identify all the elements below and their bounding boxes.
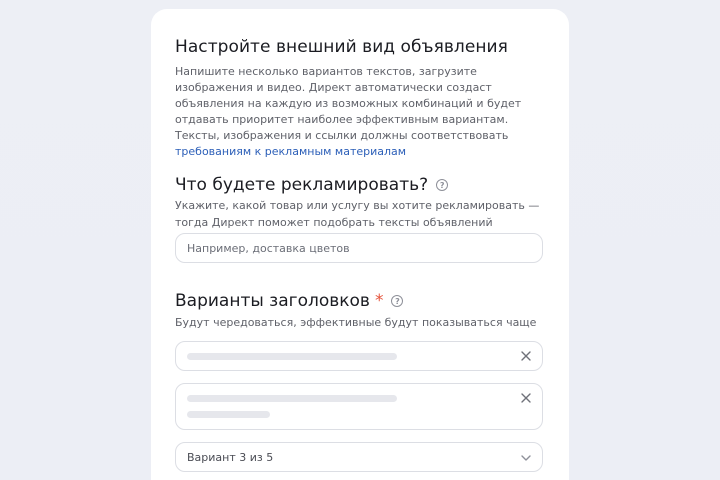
- help-icon[interactable]: ?: [391, 295, 404, 307]
- promote-heading: Что будете рекламировать?: [175, 175, 429, 195]
- promote-input[interactable]: Например, доставка цветов: [175, 233, 543, 263]
- ad-settings-card: Настройте внешний вид объявления Напишит…: [151, 9, 569, 480]
- promote-heading-row: Что будете рекламировать? ?: [175, 175, 449, 195]
- chevron-down-icon: [521, 455, 531, 461]
- variant-selector[interactable]: Вариант 3 из 5: [175, 442, 543, 472]
- headlines-heading-row: Варианты заголовков * ?: [175, 291, 404, 311]
- clear-icon[interactable]: [520, 350, 532, 362]
- text-placeholder-bar: [187, 353, 397, 360]
- clear-icon[interactable]: [520, 392, 532, 404]
- headline-field-2[interactable]: [175, 383, 543, 430]
- help-icon[interactable]: ?: [436, 179, 449, 191]
- requirements-link[interactable]: требованиям к рекламным материалам: [175, 145, 406, 158]
- headlines-heading: Варианты заголовков: [175, 291, 370, 311]
- text-placeholder-bar: [187, 395, 397, 402]
- text-placeholder-bar: [187, 411, 270, 418]
- section-description: Напишите несколько вариантов текстов, за…: [175, 64, 547, 160]
- promote-input-placeholder: Например, доставка цветов: [187, 242, 350, 255]
- required-star: *: [374, 291, 384, 311]
- headlines-hint: Будут чередоваться, эффективные будут по…: [175, 316, 537, 329]
- promote-hint: Укажите, какой товар или услугу вы хотит…: [175, 199, 540, 229]
- page-background: Настройте внешний вид объявления Напишит…: [0, 0, 720, 480]
- section-title: Настройте внешний вид объявления: [175, 37, 508, 57]
- variant-selector-label: Вариант 3 из 5: [187, 451, 274, 464]
- headline-field-1[interactable]: [175, 341, 543, 371]
- description-text: Напишите несколько вариантов текстов, за…: [175, 65, 522, 142]
